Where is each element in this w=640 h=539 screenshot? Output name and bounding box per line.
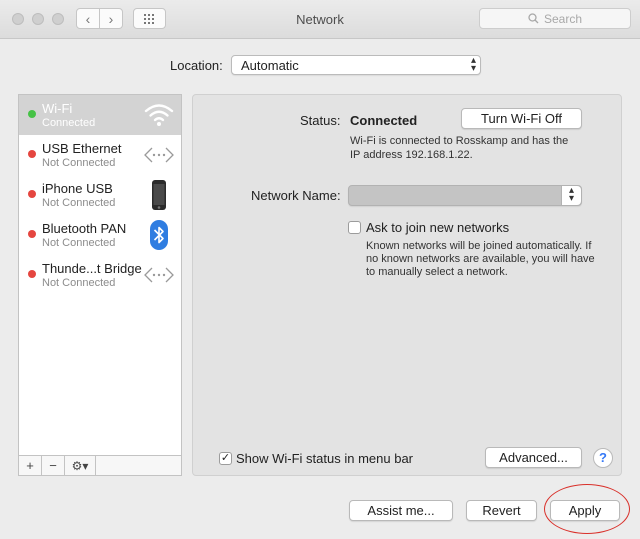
iphone-icon: [152, 180, 166, 210]
revert-button[interactable]: Revert: [466, 500, 537, 521]
status-description-line1: Wi-Fi is connected to Rosskamp and has t…: [350, 135, 569, 147]
status-dot: [28, 150, 36, 158]
search-field[interactable]: Search: [479, 8, 631, 29]
service-status: Not Connected: [42, 237, 116, 249]
network-name-popup[interactable]: ▴ ▾: [348, 185, 582, 206]
service-status: Not Connected: [42, 197, 116, 209]
status-value: Connected: [350, 113, 418, 128]
location-value: Automatic: [241, 58, 299, 73]
show-status-label: Show Wi-Fi status in menu bar: [236, 451, 414, 466]
advanced-button[interactable]: Advanced...: [485, 447, 582, 468]
turn-wifi-off-button[interactable]: Turn Wi-Fi Off: [461, 108, 582, 129]
help-button[interactable]: ?: [593, 448, 613, 468]
plus-icon: +: [26, 458, 34, 473]
bluetooth-icon: [150, 220, 168, 250]
service-item-usb-ethernet[interactable]: USB Ethernet Not Connected: [19, 135, 181, 175]
service-status: Connected: [42, 117, 96, 129]
location-popup[interactable]: Automatic ▴ ▾: [231, 55, 481, 75]
ask-join-desc-line3: to manually select a network.: [366, 266, 508, 278]
updown-arrows-icon: ▴ ▾: [561, 186, 581, 205]
service-item-wifi[interactable]: Wi-Fi Connected: [19, 95, 181, 135]
status-dot: [28, 230, 36, 238]
service-status: Not Connected: [42, 277, 116, 289]
service-status: Not Connected: [42, 157, 116, 169]
service-list: Wi-Fi Connected USB Ethernet Not Connect…: [18, 94, 182, 456]
wifi-icon: [144, 104, 174, 126]
add-service-button[interactable]: +: [19, 456, 42, 475]
service-name: USB Ethernet: [42, 141, 122, 156]
ethernet-arrows-icon: [144, 267, 174, 283]
search-placeholder: Search: [543, 11, 583, 26]
title-bar: ‹ › Network Search: [0, 0, 640, 39]
service-name: Wi-Fi: [42, 101, 73, 116]
network-name-label: Network Name:: [251, 188, 341, 203]
action-menu-button[interactable]: ⚙▾: [65, 456, 96, 475]
show-status-checkbox[interactable]: ✓: [219, 452, 232, 465]
checkmark-icon: ✓: [220, 452, 231, 464]
remove-service-button[interactable]: −: [42, 456, 65, 475]
ethernet-arrows-icon: [144, 147, 174, 163]
ask-join-label: Ask to join new networks: [366, 220, 510, 235]
service-item-iphone-usb[interactable]: iPhone USB Not Connected: [19, 175, 181, 215]
minus-icon: −: [49, 458, 57, 473]
ask-join-checkbox[interactable]: [348, 221, 361, 234]
status-label: Status:: [300, 113, 341, 128]
apply-button[interactable]: Apply: [550, 500, 620, 521]
status-dot: [28, 270, 36, 278]
service-item-bluetooth-pan[interactable]: Bluetooth PAN Not Connected: [19, 215, 181, 255]
status-dot: [28, 110, 36, 118]
ask-join-desc-line1: Known networks will be joined automatica…: [366, 240, 592, 252]
location-label: Location:: [170, 58, 223, 73]
status-dot: [28, 190, 36, 198]
search-icon: [528, 13, 539, 24]
assist-me-button[interactable]: Assist me...: [349, 500, 453, 521]
ask-join-desc-line2: no known networks are available, you wil…: [366, 253, 595, 265]
service-list-toolbar: + − ⚙▾: [18, 456, 182, 476]
detail-panel: Status: Connected Turn Wi-Fi Off Wi-Fi i…: [192, 94, 622, 476]
service-name: Bluetooth PAN: [42, 221, 127, 236]
service-item-thunderbolt-bridge[interactable]: Thunde...t Bridge Not Connected: [19, 255, 181, 295]
gear-icon: ⚙▾: [71, 458, 89, 473]
service-name: Thunde...t Bridge: [42, 261, 142, 276]
updown-arrows-icon: ▴ ▾: [470, 55, 476, 74]
status-description-line2: IP address 192.168.1.22.: [350, 149, 473, 161]
service-name: iPhone USB: [42, 181, 113, 196]
